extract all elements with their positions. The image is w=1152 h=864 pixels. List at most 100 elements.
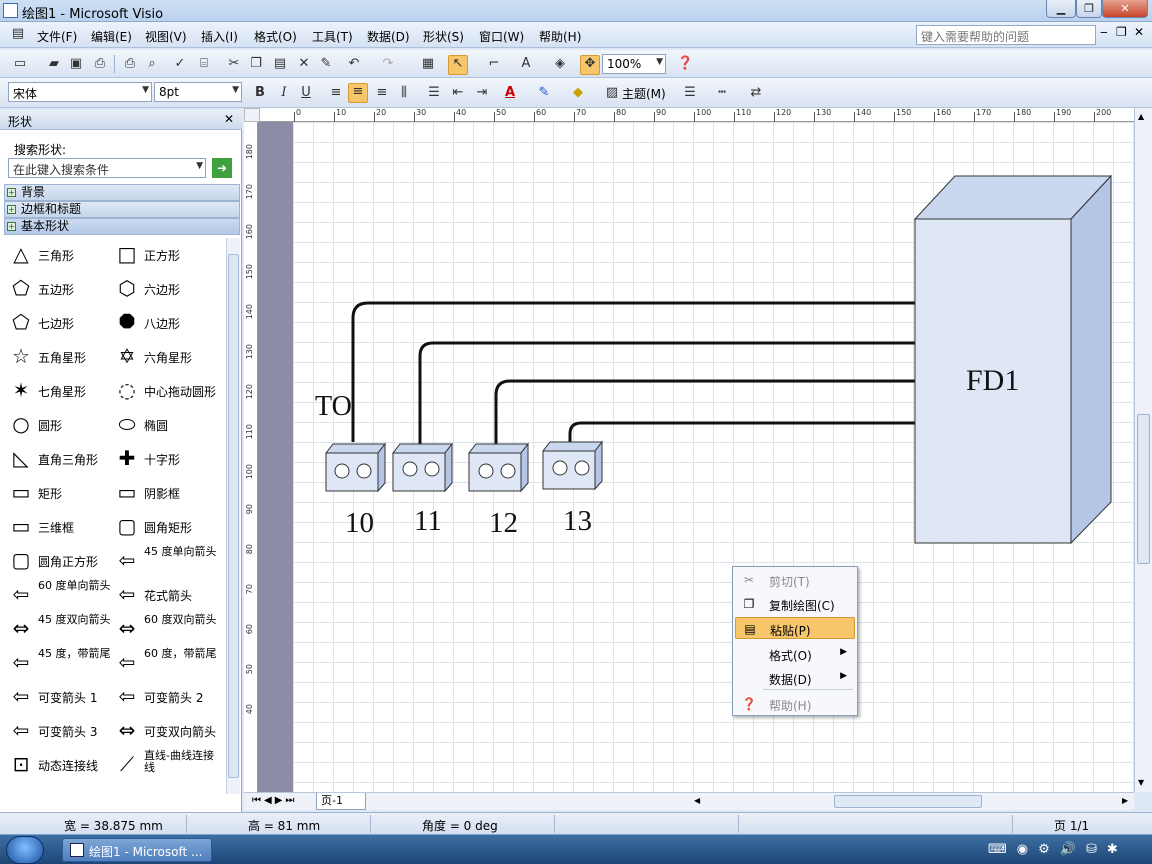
- scroll-left-icon[interactable]: ◀: [694, 796, 700, 805]
- theme-icon[interactable]: ▨: [604, 85, 620, 101]
- fd1-label[interactable]: FD1: [966, 364, 1019, 397]
- theme-button[interactable]: 主题(M): [622, 85, 666, 102]
- line-color-icon[interactable]: ✎: [536, 85, 552, 101]
- underline-button[interactable]: U: [298, 85, 314, 101]
- maximize-button[interactable]: ❐: [1076, 0, 1102, 18]
- menu-help[interactable]: 帮助(H): [539, 28, 581, 45]
- paste-icon[interactable]: ▤: [272, 56, 288, 72]
- outlet-label-13[interactable]: 13: [563, 505, 592, 537]
- research-icon[interactable]: ⌸: [196, 56, 212, 72]
- delete-icon[interactable]: ✕: [296, 56, 312, 72]
- bold-button[interactable]: B: [252, 85, 268, 101]
- doc-close-button[interactable]: ✕: [1134, 25, 1144, 39]
- doc-restore-button[interactable]: ❐: [1116, 25, 1127, 39]
- help-search-input[interactable]: 键入需要帮助的问题: [916, 25, 1096, 45]
- ctx-help[interactable]: ❓ 帮助(H): [735, 693, 855, 715]
- increase-indent-icon[interactable]: ⇥: [474, 85, 490, 101]
- menu-format[interactable]: 格式(O): [254, 28, 297, 45]
- minimize-button[interactable]: ▁: [1046, 0, 1076, 18]
- align-left-icon[interactable]: ≡: [328, 85, 344, 101]
- italic-button[interactable]: I: [276, 85, 292, 101]
- search-go-icon[interactable]: ➜: [212, 158, 232, 178]
- text-tool-icon[interactable]: A: [518, 56, 534, 72]
- scrollbar-thumb[interactable]: [228, 254, 239, 778]
- horizontal-scrollbar[interactable]: ⏮◀▶⏭ 页-1 ◀ ▶: [244, 792, 1134, 810]
- vscroll-thumb[interactable]: [1137, 414, 1150, 564]
- menu-shape[interactable]: 形状(S): [423, 28, 464, 45]
- hscroll-thumb[interactable]: [834, 795, 982, 808]
- start-button[interactable]: [6, 836, 44, 864]
- line-ends-icon[interactable]: ⇄: [748, 85, 764, 101]
- taskbar-visio-item[interactable]: 绘图1 - Microsoft ...: [62, 838, 212, 862]
- ctx-cut[interactable]: ✂ 剪切(T): [735, 569, 855, 591]
- fill-color-icon[interactable]: ◆: [570, 85, 586, 101]
- scroll-up-icon[interactable]: ▲: [1138, 112, 1144, 121]
- cable-12[interactable]: [494, 379, 915, 450]
- shape-search-input[interactable]: 在此键入搜索条件 ▼: [8, 158, 206, 178]
- vertical-scrollbar[interactable]: ▲ ▼: [1134, 108, 1152, 792]
- menu-data[interactable]: 数据(D): [367, 28, 410, 45]
- menu-tools[interactable]: 工具(T): [312, 28, 353, 45]
- font-select[interactable]: 宋体 ▼: [8, 82, 152, 102]
- pan-zoom-icon[interactable]: ◈: [552, 56, 568, 72]
- shapes-icon[interactable]: ▦: [420, 56, 436, 72]
- to-label[interactable]: TO: [315, 391, 352, 422]
- outlet-label-11[interactable]: 11: [414, 505, 442, 537]
- help-icon[interactable]: ❓: [677, 56, 693, 72]
- spelling-icon[interactable]: ✓: [172, 56, 188, 72]
- shapes-scrollbar[interactable]: [226, 238, 240, 794]
- outlet-label-12[interactable]: 12: [489, 507, 518, 539]
- outlet-label-10[interactable]: 10: [345, 507, 374, 539]
- scroll-down-icon[interactable]: ▼: [1138, 778, 1144, 787]
- stencil-background[interactable]: + 背景: [4, 184, 240, 201]
- scroll-right-icon[interactable]: ▶: [1122, 796, 1128, 805]
- page-nav-icons[interactable]: ⏮◀▶⏭: [252, 795, 297, 806]
- zoom-select[interactable]: 100% ▼: [602, 54, 666, 74]
- menu-insert[interactable]: 插入(I): [201, 28, 238, 45]
- line-pattern-icon[interactable]: ┅: [714, 85, 730, 101]
- close-button[interactable]: ✕: [1102, 0, 1148, 18]
- bullets-icon[interactable]: ☰: [426, 85, 442, 101]
- document-icon[interactable]: ▤: [10, 26, 26, 42]
- doc-minimize-button[interactable]: ‒: [1100, 25, 1108, 39]
- menu-edit[interactable]: 编辑(E): [91, 28, 132, 45]
- visio-app-icon[interactable]: [3, 3, 18, 18]
- pan-zoom-window-icon[interactable]: ✥: [580, 55, 600, 75]
- copy-icon[interactable]: ❐: [248, 56, 264, 72]
- format-painter-icon[interactable]: ✎: [318, 56, 334, 72]
- cut-icon[interactable]: ✂: [226, 56, 242, 72]
- open-icon[interactable]: ▰: [46, 56, 62, 72]
- print-preview-icon[interactable]: ⌕: [144, 56, 160, 72]
- cable-11[interactable]: [418, 341, 915, 450]
- print-icon[interactable]: ⎙: [122, 56, 138, 72]
- line-weight-icon[interactable]: ☰: [682, 85, 698, 101]
- ctx-format[interactable]: 格式(O) ▶: [735, 643, 855, 665]
- font-color-icon[interactable]: A: [502, 85, 518, 101]
- outlet-box-12[interactable]: [467, 442, 530, 493]
- undo-icon[interactable]: ↶: [346, 56, 362, 72]
- ctx-paste[interactable]: ▤ 粘贴(P): [735, 617, 855, 639]
- fd1-cabinet[interactable]: [913, 174, 1113, 545]
- redo-icon[interactable]: ↷: [380, 56, 396, 72]
- stencil-basic-shapes[interactable]: + 基本形状: [4, 218, 240, 235]
- pointer-tool-icon[interactable]: ↖: [448, 55, 468, 75]
- tray-icons[interactable]: ⌨◉⚙🔊⛁✱: [988, 842, 1128, 857]
- align-center-icon[interactable]: ≡: [348, 83, 368, 103]
- menu-view[interactable]: 视图(V): [145, 28, 187, 45]
- menu-file[interactable]: 文件(F): [37, 28, 77, 45]
- ctx-copy-drawing[interactable]: ❐ 复制绘图(C): [735, 593, 855, 615]
- font-size-select[interactable]: 8pt ▼: [154, 82, 242, 102]
- new-icon[interactable]: ▭: [12, 56, 28, 72]
- drawing-canvas[interactable]: TO 10 11 12 13 FD1: [293, 122, 1134, 792]
- permission-icon[interactable]: ⎙: [92, 56, 108, 72]
- align-right-icon[interactable]: ≡: [374, 85, 390, 101]
- decrease-indent-icon[interactable]: ⇤: [450, 85, 466, 101]
- close-icon[interactable]: ✕: [224, 112, 234, 126]
- cable-13[interactable]: [568, 421, 915, 448]
- page-tab[interactable]: 页-1: [316, 793, 366, 810]
- connector-tool-icon[interactable]: ⌐: [486, 56, 502, 72]
- stencil-borders-titles[interactable]: + 边框和标题: [4, 201, 240, 218]
- outlet-box-11[interactable]: [391, 442, 454, 493]
- menu-window[interactable]: 窗口(W): [479, 28, 524, 45]
- justify-icon[interactable]: ⫼: [396, 85, 412, 101]
